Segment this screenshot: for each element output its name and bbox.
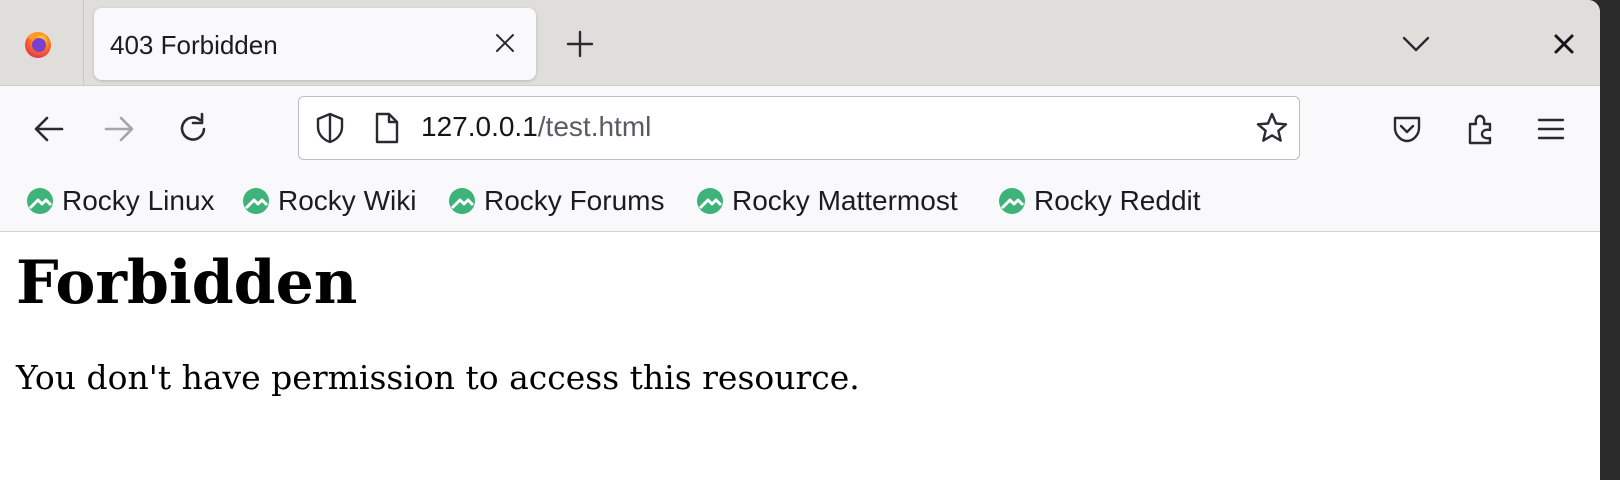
url-host: 127.0.0.1 <box>421 111 538 142</box>
bookmark-rocky-linux[interactable]: Rocky Linux <box>26 184 215 218</box>
window-close-icon[interactable] <box>1548 28 1580 60</box>
page-icon[interactable] <box>371 111 401 145</box>
url-path: /test.html <box>537 111 652 142</box>
navigation-toolbar: 127.0.0.1/test.html <box>0 86 1600 172</box>
bookmark-label: Rocky Reddit <box>1034 185 1201 216</box>
forward-arrow-icon[interactable] <box>100 110 138 148</box>
bookmark-label: Rocky Wiki <box>278 185 417 216</box>
page-content: Forbidden You don't have permission to a… <box>0 232 1600 480</box>
close-tab-icon[interactable] <box>492 30 518 56</box>
bookmarks-toolbar: Rocky Linux Rocky Wiki Rocky Forums Rock… <box>0 172 1600 232</box>
tab-strip: 403 Forbidden <box>0 0 1600 86</box>
pocket-icon[interactable] <box>1388 110 1426 148</box>
tab-active[interactable]: 403 Forbidden <box>94 8 536 80</box>
chevron-down-icon[interactable] <box>1398 28 1434 60</box>
bookmark-label: Rocky Mattermost <box>732 185 958 216</box>
rocky-logo-icon <box>449 188 475 214</box>
address-bar[interactable]: 127.0.0.1/test.html <box>298 96 1300 160</box>
new-tab-icon[interactable] <box>564 28 596 60</box>
bookmark-label: Rocky Forums <box>484 185 665 216</box>
bookmark-rocky-reddit[interactable]: Rocky Reddit <box>998 184 1201 218</box>
tab-title: 403 Forbidden <box>110 30 278 60</box>
url-text[interactable]: 127.0.0.1/test.html <box>421 111 651 143</box>
back-arrow-icon[interactable] <box>30 110 68 148</box>
reload-icon[interactable] <box>174 110 212 148</box>
bookmark-label: Rocky Linux <box>62 185 215 216</box>
rocky-logo-icon <box>27 188 53 214</box>
page-heading: Forbidden <box>16 248 358 318</box>
bookmark-star-icon[interactable] <box>1255 111 1289 145</box>
error-message: You don't have permission to access this… <box>16 358 860 397</box>
bookmark-rocky-wiki[interactable]: Rocky Wiki <box>242 184 416 218</box>
rocky-logo-icon <box>243 188 269 214</box>
tab-separator <box>83 0 84 86</box>
rocky-logo-icon <box>697 188 723 214</box>
bookmark-rocky-forums[interactable]: Rocky Forums <box>448 184 664 218</box>
shield-icon[interactable] <box>313 111 347 145</box>
browser-window: 403 Forbidden 127.0.0.1/test.html Rocky … <box>0 0 1600 480</box>
extensions-icon[interactable] <box>1462 110 1500 148</box>
hamburger-menu-icon[interactable] <box>1532 110 1570 148</box>
firefox-menu-icon[interactable] <box>22 28 54 60</box>
bookmark-rocky-mattermost[interactable]: Rocky Mattermost <box>696 184 958 218</box>
rocky-logo-icon <box>999 188 1025 214</box>
